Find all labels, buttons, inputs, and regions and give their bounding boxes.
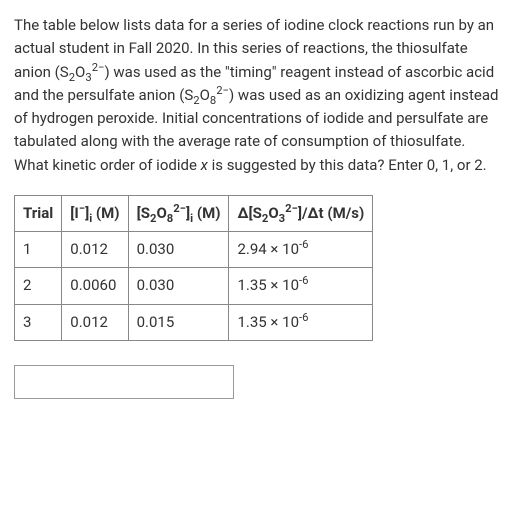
col-header-rate: Δ[S2O32−]/Δt (M/s) bbox=[229, 195, 373, 231]
col-header-persulfate: [S2O82−]i (M) bbox=[128, 195, 229, 231]
cell-trial: 1 bbox=[15, 232, 62, 268]
cell-persulfate: 0.030 bbox=[128, 268, 229, 304]
col-header-iodide: [I−]i (M) bbox=[62, 195, 128, 231]
table-header-row: Trial [I−]i (M) [S2O82−]i (M) Δ[S2O32−]/… bbox=[15, 195, 373, 231]
cell-trial: 3 bbox=[15, 304, 62, 340]
table-row: 2 0.0060 0.030 1.35 × 10-6 bbox=[15, 268, 373, 304]
answer-input[interactable] bbox=[14, 365, 234, 399]
table-row: 3 0.012 0.015 1.35 × 10-6 bbox=[15, 304, 373, 340]
cell-trial: 2 bbox=[15, 268, 62, 304]
question-prompt: The table below lists data for a series … bbox=[14, 14, 503, 177]
cell-iodide: 0.012 bbox=[62, 232, 128, 268]
cell-persulfate: 0.015 bbox=[128, 304, 229, 340]
table-row: 1 0.012 0.030 2.94 × 10-6 bbox=[15, 232, 373, 268]
data-table: Trial [I−]i (M) [S2O82−]i (M) Δ[S2O32−]/… bbox=[14, 195, 373, 341]
cell-persulfate: 0.030 bbox=[128, 232, 229, 268]
cell-rate: 1.35 × 10-6 bbox=[229, 268, 373, 304]
cell-rate: 2.94 × 10-6 bbox=[229, 232, 373, 268]
col-header-trial: Trial bbox=[15, 195, 62, 231]
cell-rate: 1.35 × 10-6 bbox=[229, 304, 373, 340]
cell-iodide: 0.0060 bbox=[62, 268, 128, 304]
cell-iodide: 0.012 bbox=[62, 304, 128, 340]
